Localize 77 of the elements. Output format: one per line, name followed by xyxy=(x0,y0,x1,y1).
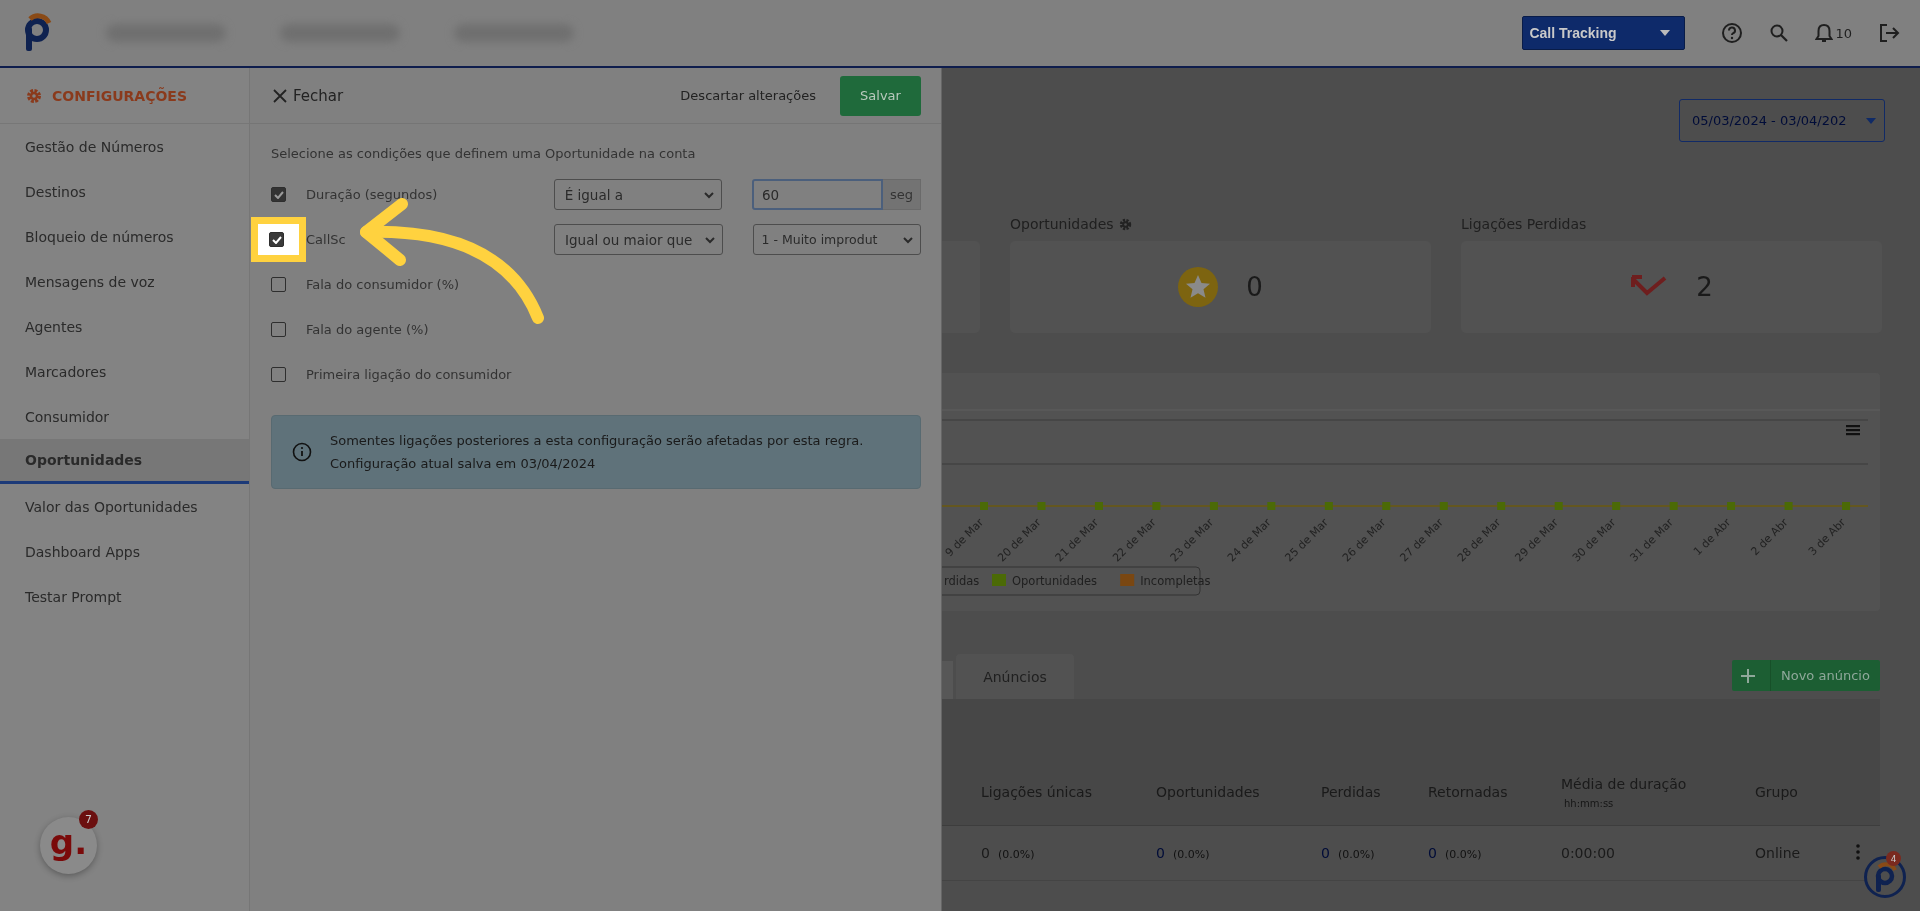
number-field[interactable]: 60 xyxy=(752,179,883,210)
operator-select[interactable]: Igual ou maior que xyxy=(554,224,723,255)
checkbox[interactable] xyxy=(271,367,286,382)
percent-text: (0.0%) xyxy=(997,848,1035,861)
sidebar-item[interactable]: Bloqueio de números xyxy=(0,214,249,259)
score-select[interactable]: 1 - Muito improdut xyxy=(752,224,921,255)
percent-text: (0.0%) xyxy=(1444,848,1482,861)
sidebar-item[interactable]: Agentes xyxy=(0,304,249,349)
condition-label: Duração (segundos) xyxy=(306,187,438,202)
product-select[interactable]: Call Tracking xyxy=(1522,16,1686,50)
data-point xyxy=(1382,502,1391,510)
new-ad-button[interactable]: Novo anúncio xyxy=(1732,660,1880,691)
info-icon xyxy=(292,442,312,462)
save-button[interactable]: Salvar xyxy=(840,75,921,116)
condition-label: Fala do agente (%) xyxy=(306,322,429,337)
data-point xyxy=(1037,502,1046,510)
checkbox[interactable] xyxy=(271,322,286,337)
percent-text: (0.0%) xyxy=(1337,848,1375,861)
star-badge-icon xyxy=(1178,267,1219,307)
sidebar-item[interactable]: Mensagens de voz xyxy=(0,259,249,304)
menu-icon[interactable] xyxy=(1846,425,1860,436)
condition-label: Primeira ligação do consumidor xyxy=(306,367,512,382)
table-link[interactable]: 0 xyxy=(1321,845,1330,861)
data-point xyxy=(1324,502,1333,510)
kebab-menu-icon[interactable] xyxy=(1856,843,1860,860)
data-point xyxy=(980,502,988,510)
notice-text: Somentes ligações posteriores a esta configuração serão afetadas por esta regra. xyxy=(330,433,864,448)
help-icon[interactable] xyxy=(1721,22,1744,44)
data-point xyxy=(1727,502,1736,510)
data-point xyxy=(1784,502,1793,510)
discard-button[interactable]: Descartar alterações xyxy=(680,88,816,103)
data-point xyxy=(1094,502,1103,510)
sidebar-item[interactable]: Destinos xyxy=(0,169,249,214)
search-icon[interactable] xyxy=(1769,23,1790,43)
data-point xyxy=(1267,502,1276,510)
sidebar-item[interactable]: Valor das Oportunidades xyxy=(0,484,249,529)
data-point xyxy=(1439,502,1448,510)
sidebar-item[interactable]: Consumidor xyxy=(0,394,249,439)
data-point xyxy=(1209,502,1218,510)
gear-icon xyxy=(26,87,42,104)
sidebar-item[interactable]: Dashboard Apps xyxy=(0,529,249,574)
checkbox[interactable] xyxy=(269,232,284,247)
stat-value: 0 xyxy=(1246,272,1263,302)
logo-icon[interactable] xyxy=(22,13,52,53)
close-icon xyxy=(273,88,287,103)
data-point xyxy=(1669,502,1678,510)
table-link[interactable]: 0 xyxy=(1156,845,1165,861)
bell-icon xyxy=(1815,23,1834,43)
notification-button[interactable]: 10 xyxy=(1815,23,1852,43)
caret-icon xyxy=(1866,117,1876,124)
date-range-picker[interactable]: 05/03/2024 - 03/04/202 xyxy=(1679,99,1885,142)
sidebar-item[interactable]: Gestão de Números xyxy=(0,124,249,169)
table-link[interactable]: 0 xyxy=(1428,845,1437,861)
operator-select[interactable]: É igual a xyxy=(553,179,722,210)
logout-icon[interactable] xyxy=(1878,22,1900,44)
sidebar-title: CONFIGURAÇÕES xyxy=(52,87,187,104)
checkbox[interactable] xyxy=(271,277,286,292)
condition-label: Fala do consumidor (%) xyxy=(306,277,460,292)
gear-icon[interactable] xyxy=(1118,217,1132,231)
percent-text: (0.0%) xyxy=(1172,848,1210,861)
close-button[interactable]: Fechar xyxy=(273,86,344,105)
caret-icon xyxy=(1660,30,1671,36)
data-point xyxy=(1554,502,1563,510)
sidebar-item[interactable]: Testar Prompt xyxy=(0,574,249,619)
checkbox[interactable] xyxy=(271,187,286,202)
condition-label: CallSc xyxy=(306,232,346,247)
data-point xyxy=(1612,502,1621,510)
data-point xyxy=(1497,502,1506,510)
instruction-text: Selecione as condições que definem uma Oportunidade na conta xyxy=(271,144,697,163)
unit-label: seg xyxy=(883,179,921,210)
sidebar-item[interactable]: Marcadores xyxy=(0,349,249,394)
stat-value: 2 xyxy=(1696,272,1713,302)
data-point xyxy=(1842,502,1851,510)
sidebar-item[interactable]: Oportunidades xyxy=(0,439,249,484)
data-point xyxy=(1152,502,1161,510)
plus-icon xyxy=(1740,667,1756,684)
notice-text: Configuração atual salva em 03/04/2024 xyxy=(330,456,597,471)
